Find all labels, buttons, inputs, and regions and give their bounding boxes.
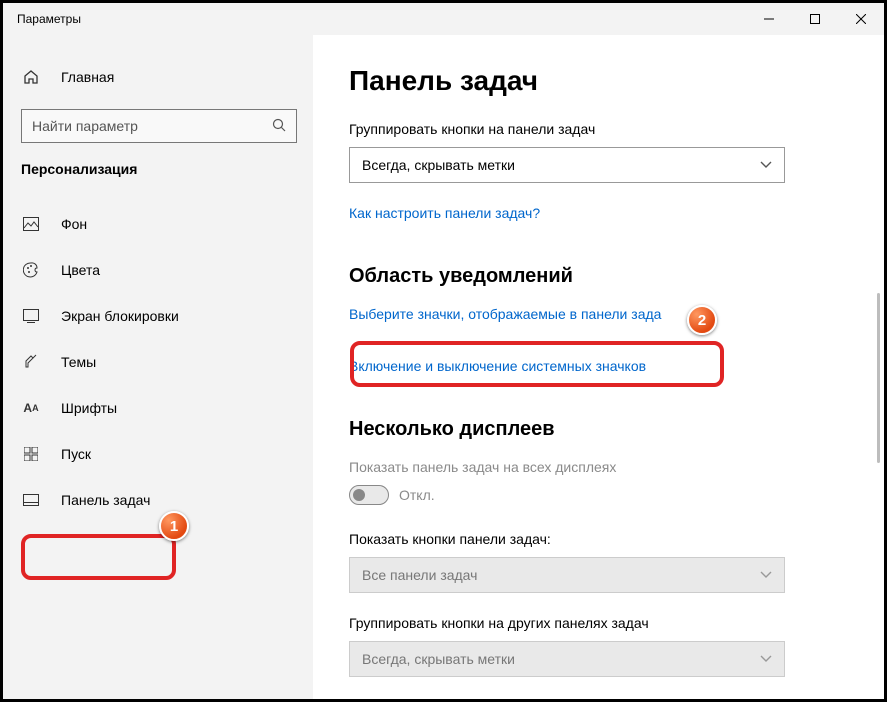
sidebar: Главная Персонализация Фон Цвета (3, 35, 313, 699)
chevron-down-icon (760, 158, 772, 172)
window-title: Параметры (3, 12, 746, 26)
sidebar-item-background[interactable]: Фон (3, 201, 313, 247)
home-icon (21, 69, 41, 85)
show-taskbar-all-toggle[interactable] (349, 485, 389, 505)
themes-icon (21, 354, 41, 370)
page-title: Панель задач (349, 65, 848, 97)
sidebar-item-label: Панель задач (61, 492, 150, 508)
show-buttons-select: Все панели задач (349, 557, 785, 593)
select-value: Всегда, скрывать метки (362, 157, 515, 173)
notification-area-heading: Область уведомлений (349, 265, 848, 288)
image-icon (21, 217, 41, 231)
help-link[interactable]: Как настроить панели задач? (349, 205, 540, 221)
chevron-down-icon (760, 568, 772, 582)
minimize-button[interactable] (746, 3, 792, 34)
group-buttons-label: Группировать кнопки на панели задач (349, 121, 848, 137)
sidebar-item-label: Цвета (61, 262, 100, 278)
group-buttons-select[interactable]: Всегда, скрывать метки (349, 147, 785, 183)
select-icons-link[interactable]: Выберите значки, отображаемые в панели з… (349, 306, 661, 322)
select-value: Всегда, скрывать метки (362, 651, 515, 667)
home-link[interactable]: Главная (3, 57, 313, 97)
close-button[interactable] (838, 3, 884, 34)
chevron-down-icon (760, 652, 772, 666)
toggle-state-label: Откл. (399, 487, 435, 503)
category-label: Персонализация (3, 161, 313, 177)
search-input[interactable] (21, 109, 297, 143)
multiple-displays-heading: Несколько дисплеев (349, 418, 848, 441)
show-buttons-label: Показать кнопки панели задач: (349, 531, 848, 547)
system-icons-link[interactable]: Включение и выключение системных значков (349, 358, 646, 374)
sidebar-item-themes[interactable]: Темы (3, 339, 313, 385)
sidebar-item-fonts[interactable]: AA Шрифты (3, 385, 313, 431)
home-label: Главная (61, 69, 114, 85)
content-pane: Панель задач Группировать кнопки на пане… (313, 35, 884, 699)
sidebar-item-start[interactable]: Пуск (3, 431, 313, 477)
maximize-button[interactable] (792, 3, 838, 34)
lock-screen-icon (21, 309, 41, 323)
show-taskbar-all-label: Показать панель задач на всех дисплеях (349, 459, 848, 475)
sidebar-item-label: Экран блокировки (61, 308, 179, 324)
sidebar-item-taskbar[interactable]: Панель задач (3, 477, 313, 523)
palette-icon (21, 262, 41, 278)
group-other-select: Всегда, скрывать метки (349, 641, 785, 677)
scrollbar-thumb[interactable] (877, 293, 880, 463)
sidebar-item-label: Пуск (61, 446, 91, 462)
taskbar-icon (21, 494, 41, 506)
sidebar-item-lock-screen[interactable]: Экран блокировки (3, 293, 313, 339)
search-field[interactable] (22, 118, 262, 134)
sidebar-item-label: Темы (61, 354, 96, 370)
sidebar-item-colors[interactable]: Цвета (3, 247, 313, 293)
start-icon (21, 447, 41, 461)
fonts-icon: AA (21, 401, 41, 415)
titlebar: Параметры (3, 3, 884, 35)
sidebar-item-label: Шрифты (61, 400, 117, 416)
search-icon (262, 118, 296, 135)
sidebar-item-label: Фон (61, 216, 87, 232)
group-other-label: Группировать кнопки на других панелях за… (349, 615, 848, 631)
select-value: Все панели задач (362, 567, 477, 583)
